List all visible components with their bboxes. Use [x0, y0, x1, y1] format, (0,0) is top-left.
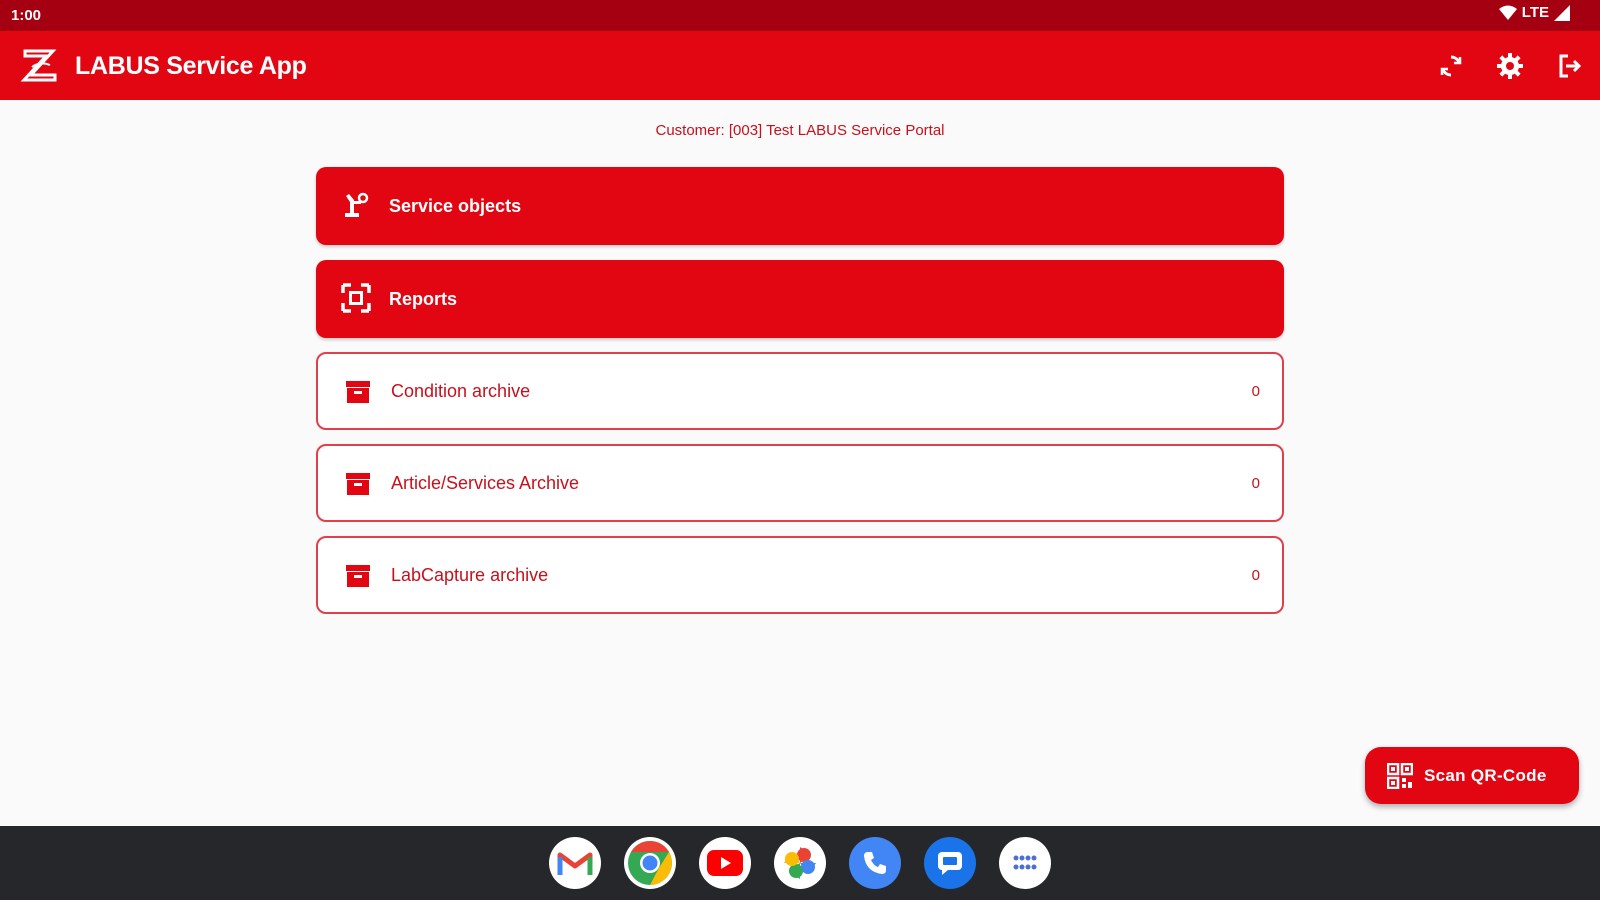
taskbar [0, 826, 1600, 900]
archive-icon [342, 468, 374, 500]
scan-qr-code-button[interactable]: Scan QR-Code [1365, 747, 1579, 804]
labcapture-archive-count: 0 [1251, 566, 1260, 584]
sync-button[interactable] [1433, 48, 1469, 84]
status-bar: 1:00 LTE [0, 0, 1600, 31]
wifi-icon [1498, 5, 1517, 20]
status-time: 1:00 [11, 7, 42, 24]
labus-logo-icon [20, 49, 57, 82]
archive-icon [342, 376, 374, 408]
qr-code-icon [1387, 763, 1413, 789]
settings-button[interactable] [1492, 48, 1528, 84]
logout-button[interactable] [1552, 48, 1588, 84]
gmail-icon[interactable] [549, 837, 601, 889]
article-services-archive-button[interactable]: Article/Services Archive 0 [316, 444, 1284, 522]
app-title: LABUS Service App [75, 52, 307, 80]
labcapture-archive-button[interactable]: LabCapture archive 0 [316, 536, 1284, 614]
app-bar: LABUS Service App [0, 31, 1600, 100]
labcapture-archive-label: LabCapture archive [391, 564, 549, 585]
article-services-archive-label: Article/Services Archive [391, 472, 580, 493]
reports-button[interactable]: Reports [316, 260, 1284, 338]
logout-icon [1559, 54, 1582, 78]
status-icons: LTE [1498, 4, 1570, 21]
reports-icon [340, 282, 372, 314]
youtube-icon[interactable] [699, 837, 751, 889]
messages-icon[interactable] [924, 837, 976, 889]
archive-icon [342, 560, 374, 592]
scan-qr-code-label: Scan QR-Code [1424, 765, 1547, 785]
condition-archive-label: Condition archive [391, 380, 531, 401]
article-services-archive-count: 0 [1251, 474, 1260, 492]
condition-archive-count: 0 [1251, 382, 1260, 400]
network-type: LTE [1521, 4, 1549, 21]
service-objects-button[interactable]: Service objects [316, 167, 1284, 245]
condition-archive-button[interactable]: Condition archive 0 [316, 352, 1284, 430]
service-object-icon [340, 189, 372, 221]
app-drawer-icon[interactable] [999, 837, 1051, 889]
chrome-icon[interactable] [624, 837, 676, 889]
gear-icon [1497, 53, 1523, 79]
photos-icon[interactable] [774, 837, 826, 889]
service-objects-label: Service objects [389, 195, 522, 216]
customer-label: Customer: [003] Test LABUS Service Porta… [655, 122, 945, 139]
sync-icon [1440, 55, 1462, 77]
signal-icon [1554, 4, 1570, 21]
reports-label: Reports [389, 288, 458, 309]
phone-icon[interactable] [849, 837, 901, 889]
